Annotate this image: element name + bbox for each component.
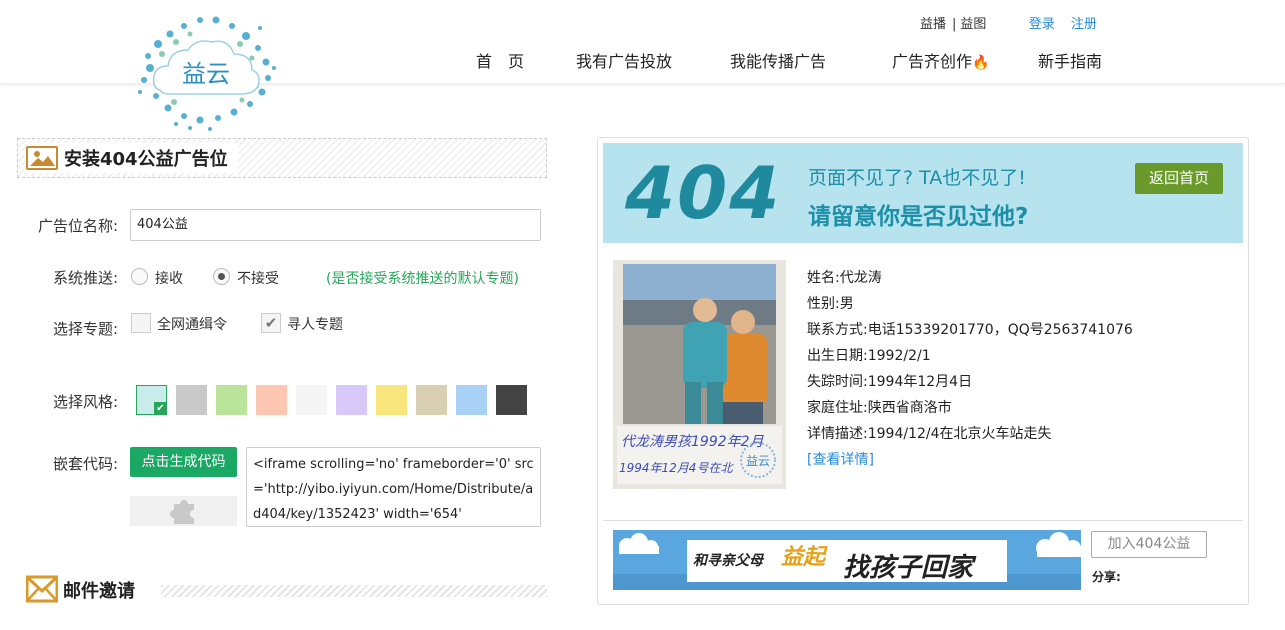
topic-wanted-checkbox[interactable] xyxy=(131,313,151,333)
banner-line-2: 请留意你是否见过他? xyxy=(808,204,1029,230)
section-title: 安装404公益广告位 xyxy=(64,149,228,170)
image-icon xyxy=(26,146,58,170)
fire-icon: 🔥 xyxy=(972,55,990,71)
info-address: 家庭住址:陕西省商洛市 xyxy=(807,400,952,416)
name-label: 广告位名称: xyxy=(37,217,118,235)
topic-label: 选择专题: xyxy=(52,320,118,338)
topic-missing-person-checkbox[interactable]: ✔ xyxy=(261,313,281,333)
topic-missing-person-label: 寻人专题 xyxy=(287,317,343,333)
nav-advertise[interactable]: 我有广告投放 xyxy=(576,48,672,72)
site-logo[interactable]: 益云 xyxy=(130,8,280,133)
info-description: 详情描述:1994/12/4在北京火车站走失 xyxy=(807,426,1052,442)
nav-spread[interactable]: 我能传播广告 xyxy=(730,48,826,72)
style-swatch[interactable] xyxy=(456,385,487,415)
install-section-header: 安装404公益广告位 xyxy=(17,138,547,178)
person-info: 姓名:代龙涛 性别:男 联系方式:电话15339201770，QQ号256374… xyxy=(807,265,1133,473)
top-links: 益播 | 益图 登录 注册 xyxy=(920,17,1097,32)
mail-invite-header: 邮件邀请 xyxy=(25,574,548,604)
push-label: 系统推送: xyxy=(52,269,118,287)
push-hint: (是否接受系统推送的默认专题) xyxy=(326,271,519,287)
back-home-button[interactable]: 返回首页 xyxy=(1135,163,1223,194)
divider xyxy=(603,520,1243,521)
nav-create[interactable]: 广告齐创作🔥 xyxy=(892,48,989,72)
big-404: 404 xyxy=(625,151,782,235)
info-contact: 联系方式:电话15339201770，QQ号2563741076 xyxy=(807,322,1133,338)
nav-guide[interactable]: 新手指南 xyxy=(1038,48,1102,72)
svg-text:益起: 益起 xyxy=(781,545,828,570)
nav-home[interactable]: 首 页 xyxy=(476,48,524,72)
puzzle-icon xyxy=(130,496,237,526)
missing-person-photo: 代龙涛男孩1992年2月 1994年12月4号在北 益云 xyxy=(613,260,786,489)
topic-wanted-label: 全网通缉令 xyxy=(157,317,227,333)
style-swatch[interactable]: ✔ xyxy=(136,385,167,415)
register-link[interactable]: 注册 xyxy=(1071,17,1097,32)
svg-text:代龙涛男孩1992年2月: 代龙涛男孩1992年2月 xyxy=(621,434,765,450)
info-name: 姓名:代龙涛 xyxy=(807,270,882,286)
ad-slot-name-input[interactable]: 404公益 xyxy=(130,209,541,241)
style-label: 选择风格: xyxy=(52,393,118,411)
svg-text:和寻亲父母: 和寻亲父母 xyxy=(693,552,765,569)
check-icon: ✔ xyxy=(154,402,167,415)
mail-icon xyxy=(25,575,59,603)
top-link-yibo[interactable]: 益播 xyxy=(920,17,946,32)
generate-code-button[interactable]: 点击生成代码 xyxy=(130,447,237,477)
style-swatch[interactable] xyxy=(296,385,327,415)
style-swatch[interactable] xyxy=(176,385,207,415)
join-404-button[interactable]: 加入404公益 xyxy=(1091,531,1207,558)
campaign-ad-image[interactable]: 和寻亲父母 益起 找孩子回家 xyxy=(613,530,1081,590)
share-label: 分享: xyxy=(1092,570,1121,584)
push-accept-radio[interactable] xyxy=(131,268,148,285)
view-details-link[interactable]: [查看详情] xyxy=(807,447,1133,473)
push-accept-label: 接收 xyxy=(155,271,183,287)
style-swatch[interactable] xyxy=(416,385,447,415)
login-link[interactable]: 登录 xyxy=(1029,17,1055,32)
style-swatch[interactable] xyxy=(256,385,287,415)
ad-preview-card: 404 页面不见了? TA也不见了! 请留意你是否见过他? 返回首页 代龙涛男孩… xyxy=(597,137,1249,605)
style-swatch[interactable] xyxy=(336,385,367,415)
style-swatch[interactable] xyxy=(376,385,407,415)
svg-text:益云: 益云 xyxy=(182,60,230,88)
top-link-yitu[interactable]: 益图 xyxy=(960,17,986,32)
style-swatch[interactable] xyxy=(216,385,247,415)
svg-text:找孩子回家: 找孩子回家 xyxy=(843,553,977,583)
info-missing-date: 失踪时间:1994年12月4日 xyxy=(807,374,973,390)
mail-invite-title: 邮件邀请 xyxy=(63,581,135,602)
preview-banner: 404 页面不见了? TA也不见了! 请留意你是否见过他? 返回首页 xyxy=(603,143,1243,243)
info-birthdate: 出生日期:1992/2/1 xyxy=(807,348,931,364)
push-decline-radio[interactable] xyxy=(213,268,230,285)
info-gender: 性别:男 xyxy=(807,296,854,312)
style-swatch[interactable] xyxy=(496,385,527,415)
embed-label: 嵌套代码: xyxy=(52,455,118,473)
svg-text:益云: 益云 xyxy=(746,454,770,468)
svg-text:1994年12月4号在北: 1994年12月4号在北 xyxy=(619,461,734,475)
push-decline-label: 不接受 xyxy=(237,271,279,287)
banner-line-1: 页面不见了? TA也不见了! xyxy=(808,167,1026,189)
embed-code-textarea[interactable]: <iframe scrolling='no' frameborder='0' s… xyxy=(246,447,541,527)
